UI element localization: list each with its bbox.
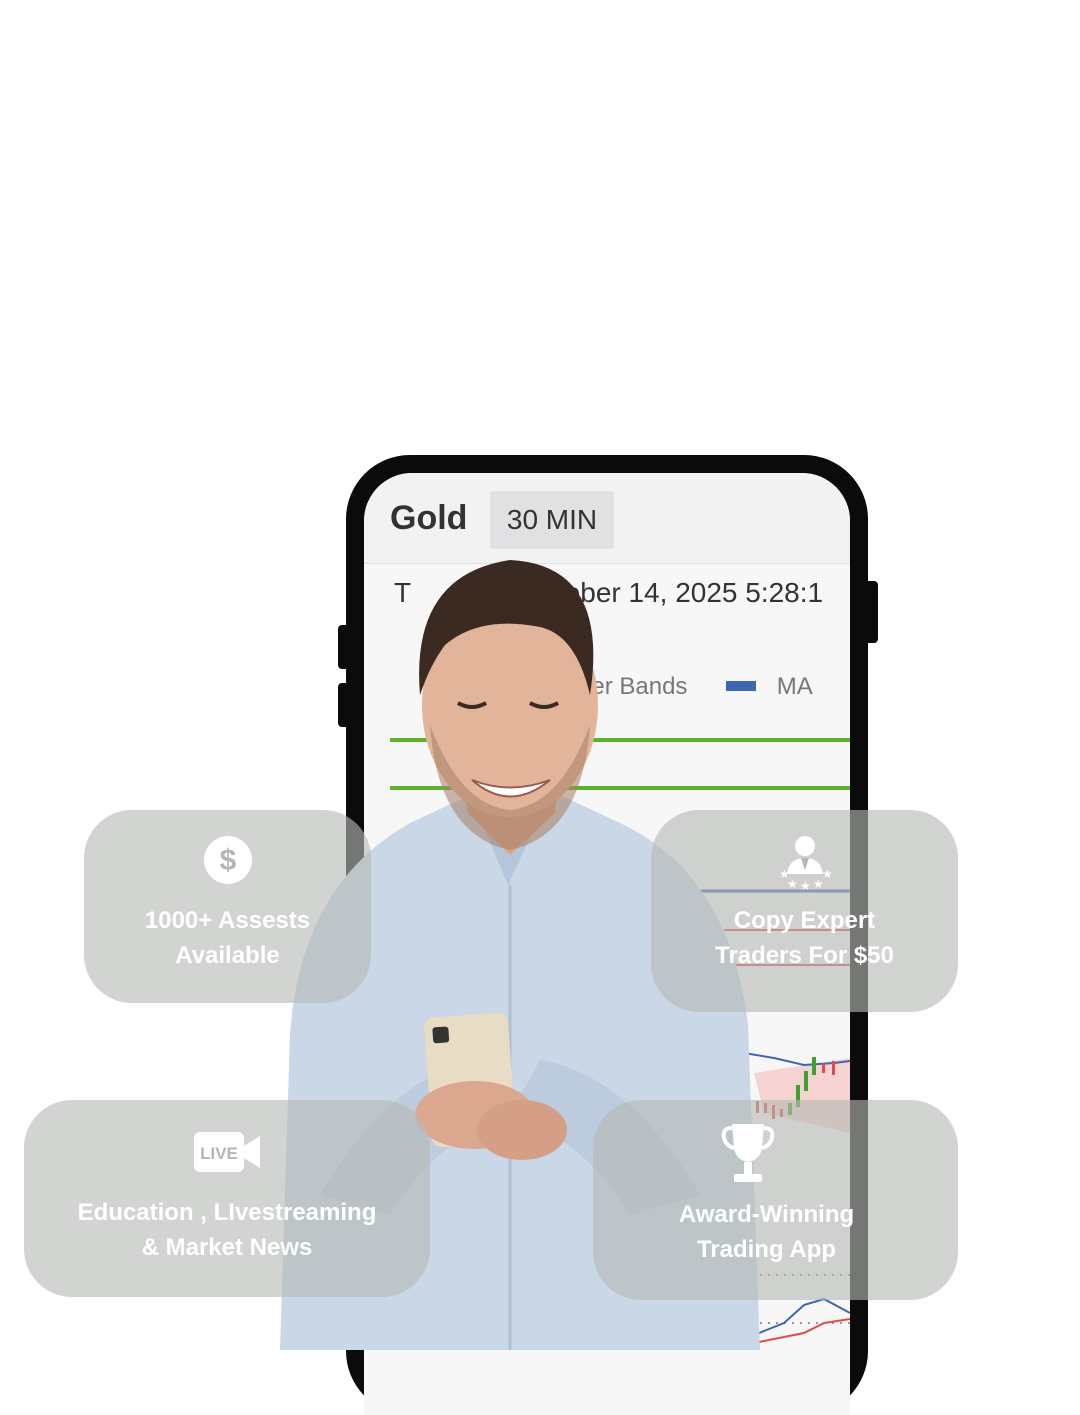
svg-text:★: ★ (800, 879, 811, 892)
feature-card-education: LIVE Education , LIvestreaming & Market … (24, 1100, 430, 1297)
phone-side-button-right (860, 581, 878, 643)
svg-text:LIVE: LIVE (200, 1144, 238, 1163)
svg-text:$: $ (219, 844, 236, 877)
feature-education-line-2: & Market News (141, 1234, 313, 1261)
live-video-icon: LIVE (194, 1132, 260, 1172)
candle (804, 1071, 808, 1091)
svg-text:★: ★ (822, 867, 833, 881)
candle (832, 1061, 835, 1075)
trophy-icon (721, 1124, 775, 1182)
feature-card-assets: $ 1000+ Assests Available (84, 810, 371, 1003)
feature-assets-line-1: 1000+ Assests (144, 907, 311, 934)
svg-text:★: ★ (787, 877, 798, 891)
feature-education-line-1: Education , LIvestreaming (77, 1199, 377, 1226)
feature-card-award: Award-Winning Trading App (593, 1100, 958, 1300)
feature-copy-line-1: Copy Expert (733, 907, 876, 934)
feature-award-line-2: Trading App (696, 1236, 837, 1263)
dollar-icon: $ (203, 836, 252, 884)
feature-award-line-1: Award-Winning (678, 1201, 855, 1228)
candle (812, 1057, 816, 1075)
candle (822, 1063, 825, 1073)
feature-card-copy-traders: ★ ★ ★ ★ ★ Copy Expert Traders For $50 (651, 810, 958, 1012)
feature-assets-line-2: Available (175, 942, 280, 969)
feature-copy-line-2: Traders For $50 (715, 942, 894, 969)
expert-trader-icon: ★ ★ ★ ★ ★ (779, 836, 833, 892)
